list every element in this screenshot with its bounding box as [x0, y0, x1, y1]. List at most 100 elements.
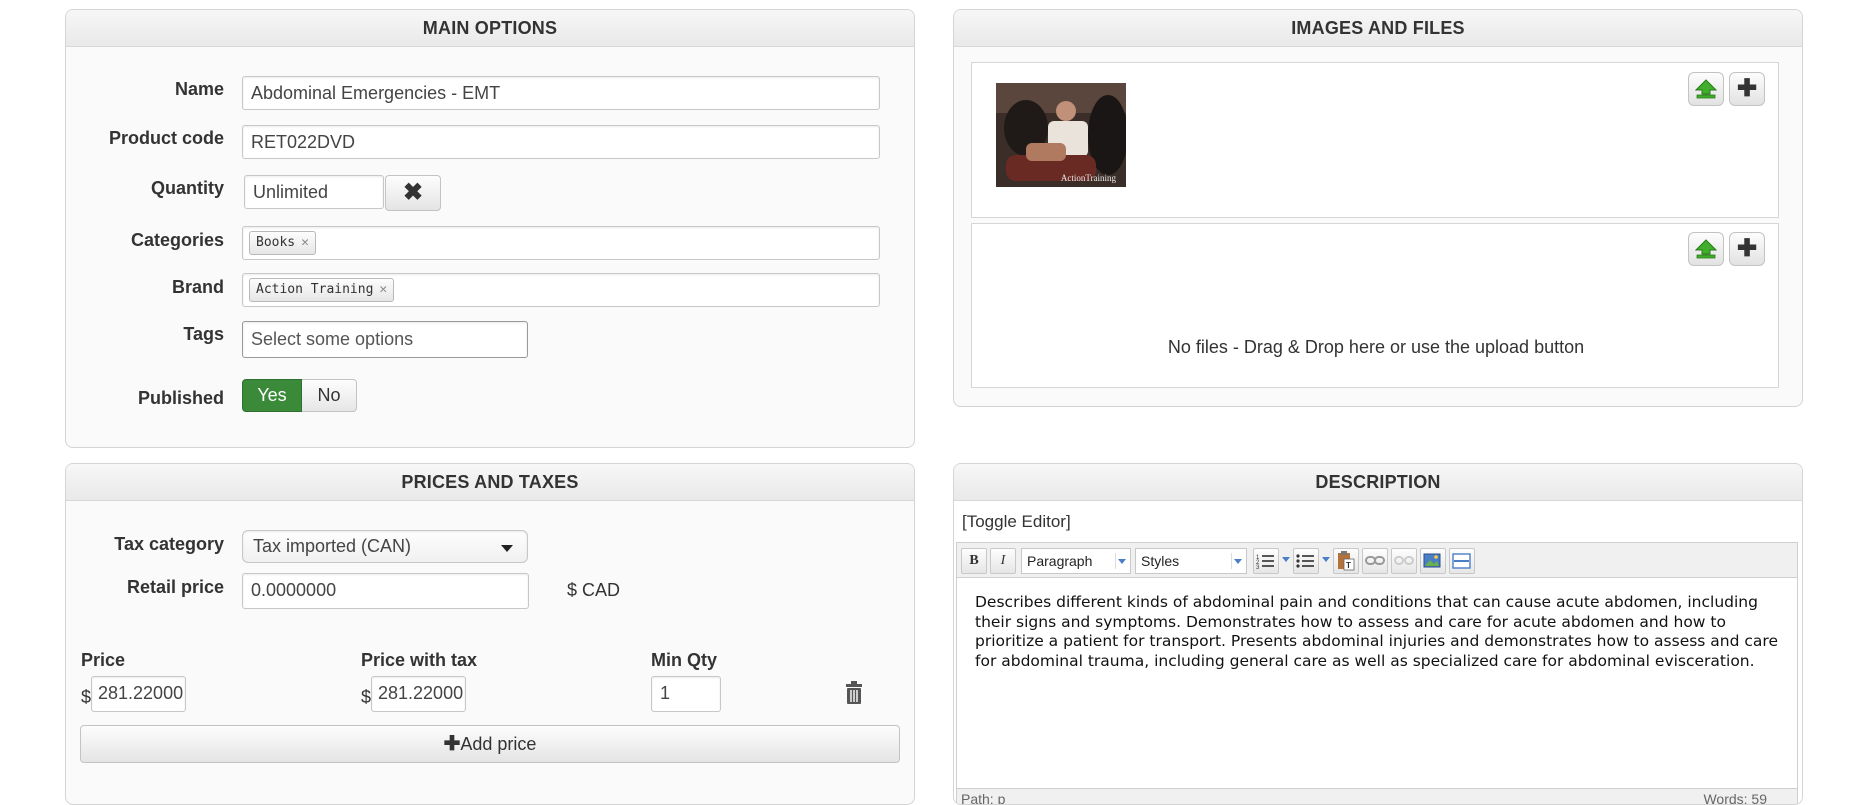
editor-toolbar: B I Paragraph Styles 123 T: [956, 542, 1798, 578]
ordered-list-button[interactable]: 123: [1253, 548, 1279, 574]
tax-category-value: Tax imported (CAN): [253, 536, 412, 556]
remove-icon[interactable]: ✕: [301, 235, 309, 250]
format-select-value: Paragraph: [1027, 553, 1093, 569]
upload-icon: [1694, 239, 1718, 259]
plus-icon: ✚: [1736, 235, 1758, 262]
paste-text-button[interactable]: T: [1333, 548, 1359, 574]
bullet-list-icon: [1296, 554, 1314, 568]
file-add-button[interactable]: ✚: [1729, 232, 1765, 266]
images-files-title: IMAGES AND FILES: [954, 10, 1802, 47]
italic-icon: I: [1000, 553, 1006, 568]
svg-text:3: 3: [1256, 565, 1260, 570]
tags-input[interactable]: Select some options: [242, 321, 528, 358]
remove-icon[interactable]: ✕: [379, 282, 387, 297]
format-select[interactable]: Paragraph: [1021, 548, 1131, 574]
add-price-button[interactable]: ✚Add price: [80, 725, 900, 763]
retail-price-input[interactable]: 0.0000000: [242, 573, 529, 609]
svg-text:T: T: [1346, 561, 1351, 570]
min-qty-column-label: Min Qty: [651, 650, 717, 670]
published-yes-button[interactable]: Yes: [242, 379, 302, 412]
editor-content[interactable]: Describes different kinds of abdominal p…: [956, 578, 1798, 788]
chevron-down-icon: [1231, 553, 1244, 569]
horizontal-rule-button[interactable]: [1449, 548, 1475, 574]
name-input[interactable]: Abdominal Emergencies - EMT: [242, 76, 880, 110]
description-panel: DESCRIPTION [Toggle Editor] B I Paragrap…: [953, 463, 1803, 805]
price-column-label: Price: [81, 650, 126, 670]
tags-label: Tags: [183, 324, 224, 344]
images-dropzone[interactable]: ActionTraining ✚: [971, 62, 1779, 218]
categories-input[interactable]: Books ✕: [242, 226, 880, 260]
chevron-down-icon: [1115, 553, 1128, 569]
product-image-photo: [996, 83, 1126, 187]
currency-label: $ CAD: [567, 580, 621, 600]
product-image[interactable]: ActionTraining: [996, 83, 1126, 187]
delete-price-button[interactable]: [844, 681, 866, 707]
plus-icon: ✚: [1736, 75, 1758, 102]
brand-label: Brand: [171, 277, 224, 297]
categories-label: Categories: [130, 230, 224, 250]
published-label: Published: [137, 388, 224, 408]
ordered-list-icon: 123: [1256, 555, 1274, 571]
styles-select[interactable]: Styles: [1135, 548, 1247, 574]
published-no-button[interactable]: No: [302, 379, 357, 412]
bullet-list-button[interactable]: [1293, 548, 1319, 574]
chevron-down-icon[interactable]: [1322, 557, 1330, 562]
category-chip[interactable]: Books ✕: [249, 231, 316, 255]
chevron-down-icon[interactable]: [1282, 557, 1290, 562]
price-input[interactable]: 281.22000: [91, 676, 186, 712]
images-files-panel: IMAGES AND FILES ActionTraining ✚ ✚ No f…: [953, 9, 1803, 407]
brand-input[interactable]: Action Training ✕: [242, 273, 880, 307]
bold-icon: B: [969, 553, 979, 568]
files-dropzone[interactable]: ✚ No files - Drag & Drop here or use the…: [971, 223, 1779, 388]
price-with-tax-column-label: Price with tax: [361, 650, 478, 670]
image-icon: [1423, 553, 1441, 568]
image-insert-button[interactable]: [1420, 548, 1446, 574]
published-toggle[interactable]: Yes No: [242, 379, 357, 412]
quantity-input[interactable]: Unlimited: [244, 175, 384, 209]
retail-price-label: Retail price: [126, 577, 224, 597]
close-icon: ✖: [402, 179, 424, 206]
description-title: DESCRIPTION: [954, 464, 1802, 501]
prices-taxes-panel: PRICES AND TAXES Tax category Tax import…: [65, 463, 915, 805]
add-price-label: Add price: [460, 734, 537, 754]
plus-icon: ✚: [443, 733, 461, 755]
editor-statusbar: Path: p Words: 59: [956, 788, 1798, 805]
trash-icon: [846, 681, 862, 704]
upload-icon: [1694, 79, 1718, 99]
main-options-panel: MAIN OPTIONS Name Abdominal Emergencies …: [65, 9, 915, 448]
prices-taxes-title: PRICES AND TAXES: [66, 464, 914, 501]
chevron-down-icon: [501, 545, 513, 552]
toggle-editor-link[interactable]: [Toggle Editor]: [962, 512, 1071, 532]
unlink-button[interactable]: [1391, 548, 1417, 574]
link-icon: [1365, 556, 1385, 565]
image-upload-button[interactable]: [1688, 72, 1724, 106]
styles-select-value: Styles: [1141, 553, 1180, 569]
bold-button[interactable]: B: [961, 548, 987, 574]
no-files-text: No files - Drag & Drop here or use the u…: [1167, 337, 1585, 357]
brand-chip[interactable]: Action Training ✕: [249, 278, 395, 302]
quantity-clear-button[interactable]: ✖: [385, 175, 441, 211]
italic-button[interactable]: I: [990, 548, 1016, 574]
quantity-label: Quantity: [150, 178, 224, 198]
price-dollar-sign: $: [81, 687, 92, 707]
min-qty-input[interactable]: 1: [651, 676, 721, 712]
tax-category-label: Tax category: [114, 534, 224, 554]
unlink-icon: [1394, 556, 1414, 565]
tax-category-select[interactable]: Tax imported (CAN): [242, 530, 528, 563]
price-with-tax-dollar-sign: $: [361, 687, 372, 707]
product-code-input[interactable]: RET022DVD: [242, 125, 880, 159]
word-count: Words: 59: [1703, 791, 1767, 805]
link-button[interactable]: [1362, 548, 1388, 574]
brand-chip-label: Action Training: [256, 282, 374, 297]
file-upload-button[interactable]: [1688, 232, 1724, 266]
image-watermark: ActionTraining: [1060, 173, 1116, 183]
name-label: Name: [174, 79, 224, 99]
main-options-title: MAIN OPTIONS: [66, 10, 914, 47]
price-with-tax-input[interactable]: 281.22000: [371, 676, 466, 712]
category-chip-label: Books: [256, 235, 296, 250]
image-add-button[interactable]: ✚: [1729, 72, 1765, 106]
paste-text-icon: T: [1338, 551, 1355, 571]
product-code-label: Product code: [108, 128, 224, 148]
horizontal-rule-icon: [1452, 553, 1471, 569]
editor-path: Path: p: [961, 791, 1006, 805]
